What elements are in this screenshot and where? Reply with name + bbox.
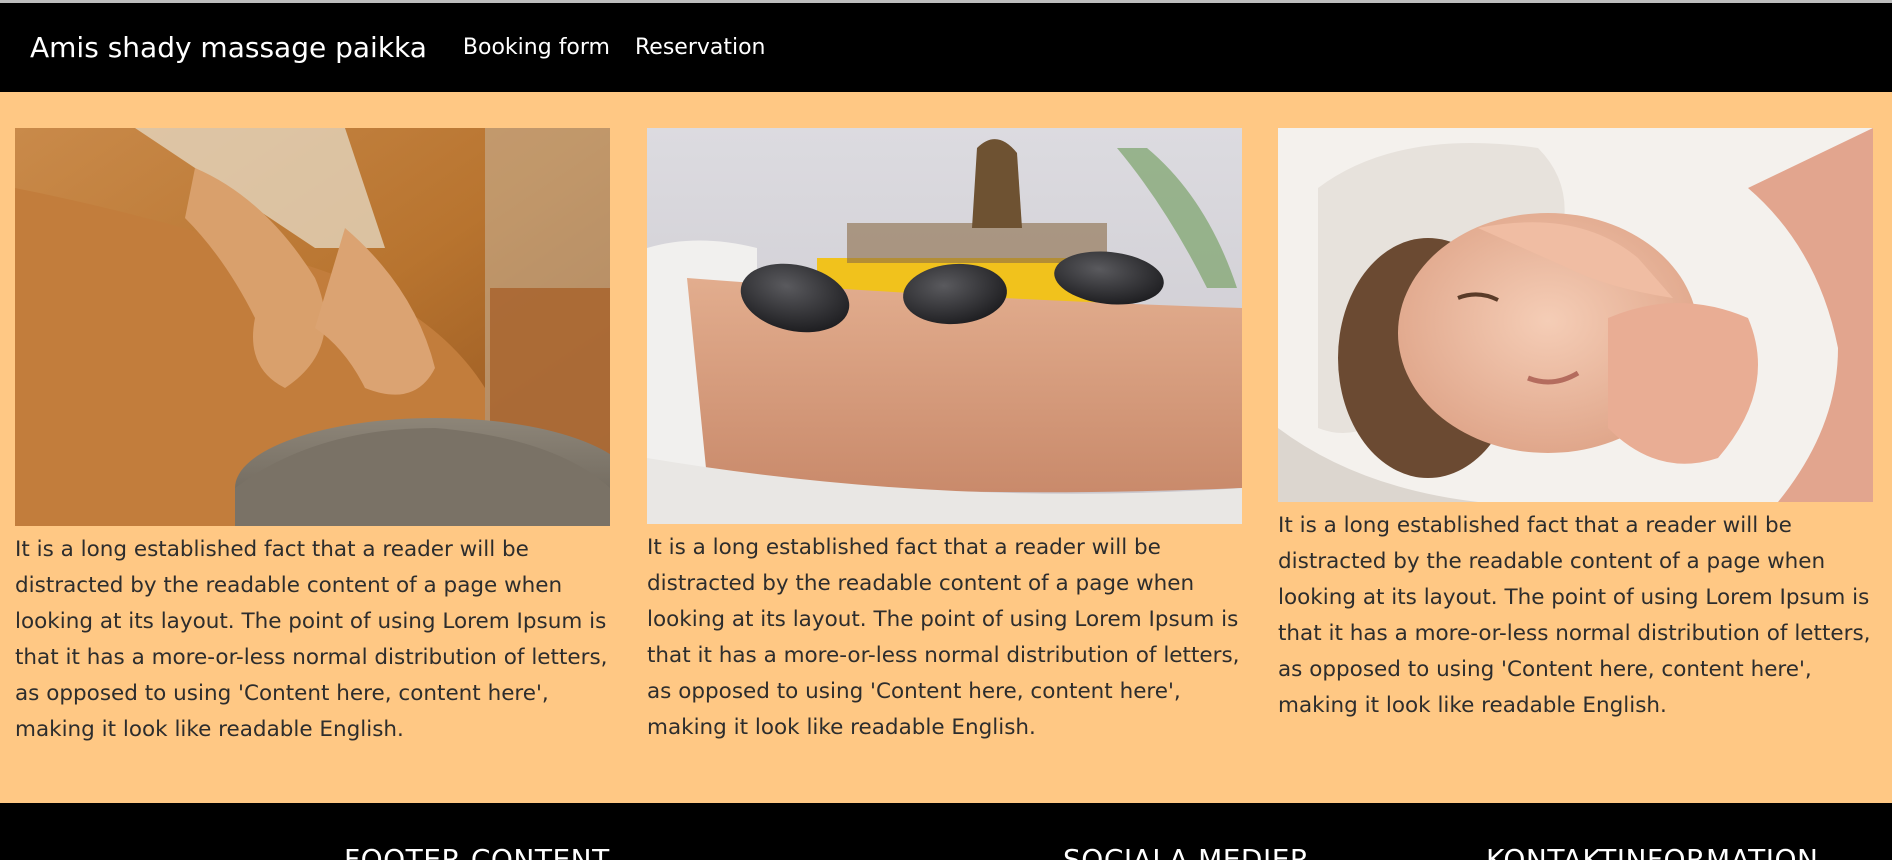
navbar: Amis shady massage paikka Booking form R… xyxy=(0,3,1892,92)
card-1: It is a long established fact that a rea… xyxy=(15,128,610,748)
footer: FOOTER CONTENT SOCIALA MEDIER KONTAKTINF… xyxy=(0,803,1892,860)
facial-massage-photo xyxy=(1278,128,1873,502)
nav-link-reservation[interactable]: Reservation xyxy=(635,35,766,60)
navbar-brand[interactable]: Amis shady massage paikka xyxy=(30,31,427,64)
card-3-text: It is a long established fact that a rea… xyxy=(1278,513,1871,718)
card-2: It is a long established fact that a rea… xyxy=(647,128,1242,746)
nav-link-booking-form[interactable]: Booking form xyxy=(463,35,610,60)
footer-heading-social: SOCIALA MEDIER xyxy=(1063,843,1310,860)
card-2-text: It is a long established fact that a rea… xyxy=(647,535,1240,740)
card-3: It is a long established fact that a rea… xyxy=(1278,128,1873,724)
hot-stones-back-photo xyxy=(647,128,1242,524)
card-1-text: It is a long established fact that a rea… xyxy=(15,537,608,742)
footer-heading-content: FOOTER CONTENT xyxy=(344,843,610,860)
footer-heading-contact: KONTAKTINFORMATION xyxy=(1486,843,1819,860)
shoulder-massage-photo xyxy=(15,128,610,526)
